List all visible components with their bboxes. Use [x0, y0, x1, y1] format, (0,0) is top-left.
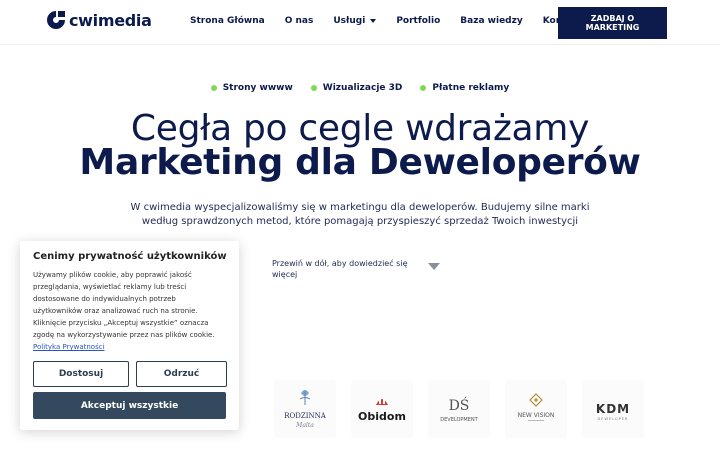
service-tag-label: Płatne reklamy — [432, 83, 510, 93]
partner-sub: Malta — [295, 422, 314, 429]
partner-name: RODZINNA — [284, 412, 327, 420]
service-tag-label: Strony wwww — [222, 83, 293, 93]
scroll-hint: Przewiń w dół, aby dowiedzieć się więcej — [272, 259, 408, 279]
partner-logo-kdm: KDM DEWELOPER — [582, 380, 644, 438]
nav-item-knowledge-base[interactable]: Baza wiedzy — [460, 16, 522, 26]
cwimedia-logo-icon — [47, 11, 65, 29]
cookie-body-text: Używamy plików cookie, aby poprawić jako… — [33, 271, 215, 339]
privacy-policy-link[interactable]: Polityka Prywatności — [33, 343, 105, 351]
green-dot-icon — [210, 85, 217, 91]
service-tag: Strony wwww — [210, 83, 293, 93]
nav-item-portfolio[interactable]: Portfolio — [396, 16, 440, 26]
nav-item-label: Baza wiedzy — [460, 16, 523, 26]
reject-button[interactable]: Odrzuć — [136, 361, 227, 387]
cta-label: ZADBAJ O MARKETING — [585, 14, 640, 32]
nav-item-home[interactable]: Strona Główna — [190, 16, 265, 26]
ds-development-logo-icon: DŚ DEVELOPMENT — [440, 396, 478, 423]
hero-title-line-2: Marketing dla Deweloperów — [79, 142, 641, 183]
service-tag: Płatne reklamy — [420, 83, 509, 93]
nav-item-label: Usługi — [333, 16, 366, 26]
rodzinna-malta-logo-icon: RODZINNA Malta — [284, 390, 327, 429]
partner-logos: RODZINNA Malta Obidom DŚ DEVELOPMENT NEW… — [274, 380, 659, 438]
partner-logo-new-vision: NEW VISION — [505, 380, 567, 438]
green-dot-icon — [310, 85, 317, 91]
cookie-title: Cenimy prywatność użytkowników — [33, 251, 227, 262]
scroll-down-arrow-icon[interactable] — [428, 263, 440, 270]
partner-mark: DŚ — [449, 396, 470, 414]
chevron-down-icon — [370, 19, 377, 23]
partner-name: KDM — [596, 402, 630, 416]
partner-name: DEVELOPMENT — [440, 417, 478, 423]
partner-logo-obidom: Obidom — [351, 380, 413, 438]
obidom-logo-icon: Obidom — [358, 398, 406, 423]
service-tag: Wizualizacje 3D — [310, 83, 403, 93]
nav-item-label: Portfolio — [396, 16, 441, 26]
brand-logo[interactable]: cwimedia — [46, 10, 152, 30]
nav-item-label: O nas — [284, 16, 314, 26]
service-tag-label: Wizualizacje 3D — [322, 83, 403, 93]
service-tags: Strony wwww Wizualizacje 3D Płatne rekla… — [0, 83, 720, 93]
site-header: cwimedia Strona Główna O nas Usługi Port… — [0, 0, 720, 45]
nav-item-about[interactable]: O nas — [285, 16, 314, 26]
customize-button[interactable]: Dostosuj — [33, 361, 129, 387]
cookie-consent-modal: Cenimy prywatność użytkowników Używamy p… — [20, 241, 239, 430]
partner-sub: DEWELOPER — [598, 417, 629, 421]
accept-all-button[interactable]: Akceptuj wszystkie — [33, 392, 226, 419]
partner-name: Obidom — [358, 410, 406, 423]
nav-item-services[interactable]: Usługi — [333, 16, 377, 26]
partner-logo-ds-development: DŚ DEVELOPMENT — [428, 380, 490, 438]
green-dot-icon — [420, 85, 427, 91]
cookie-body: Używamy plików cookie, aby poprawić jako… — [33, 269, 223, 353]
cta-marketing-button[interactable]: ZADBAJ O MARKETING — [558, 7, 667, 39]
partner-logo-rodzinna-malta: RODZINNA Malta — [274, 380, 336, 438]
main-nav: Strona Główna O nas Usługi Portfolio Baz… — [190, 16, 603, 26]
brand-name: cwimedia — [69, 10, 152, 30]
partner-name: NEW VISION — [518, 412, 555, 419]
hero-lead: W cwimedia wyspecjalizowaliśmy się w mar… — [130, 202, 590, 227]
new-vision-logo-icon: NEW VISION — [518, 393, 555, 421]
kdm-logo-icon: KDM DEWELOPER — [596, 402, 630, 421]
nav-item-label: Strona Główna — [190, 16, 265, 26]
